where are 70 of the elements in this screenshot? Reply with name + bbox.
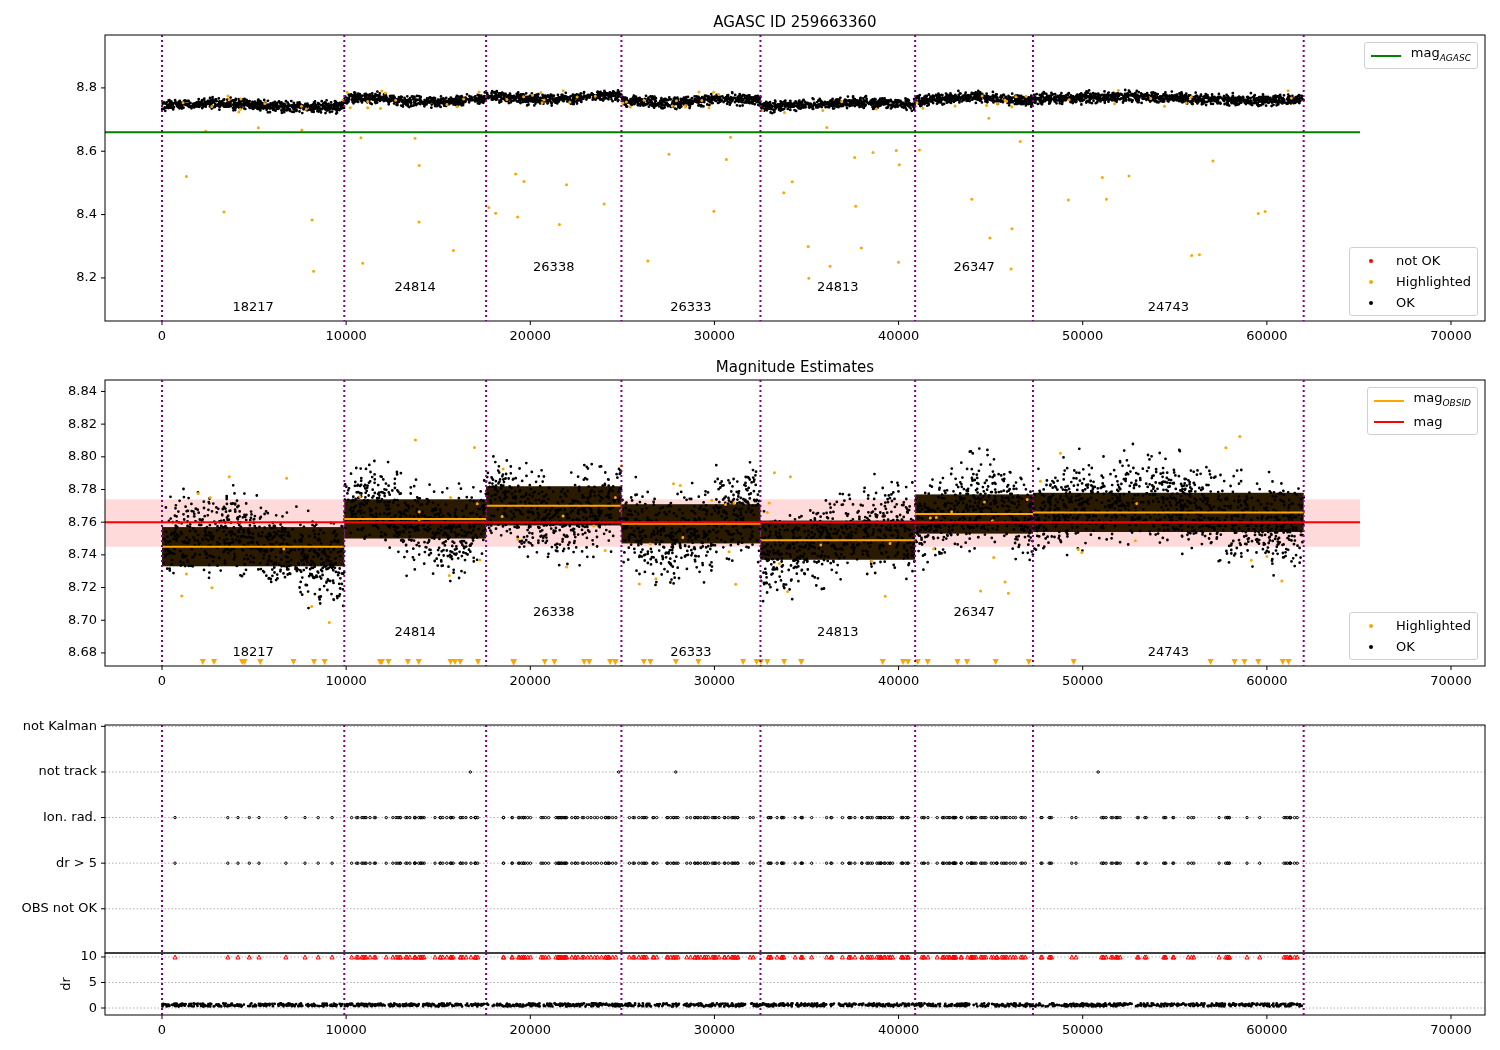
- tick-label: 5: [88, 974, 97, 989]
- tick-label: 20000: [509, 1022, 551, 1037]
- tick-label: 70000: [1430, 1022, 1472, 1037]
- tick-label: 8.76: [68, 513, 97, 529]
- tick-label: 10: [80, 948, 97, 964]
- obsid-label: 24814: [394, 623, 436, 639]
- tick-label: 8.70: [68, 611, 97, 627]
- obsid-label: 26338: [533, 258, 575, 274]
- obsid-label: 24743: [1147, 643, 1189, 659]
- tick-label: 70000: [1430, 673, 1472, 688]
- tick-label: 8.8: [76, 79, 97, 95]
- tick-label: 60000: [1246, 328, 1288, 343]
- tick-label: Ion. rad.: [43, 809, 97, 825]
- tick-label: 60000: [1246, 1022, 1288, 1037]
- tick-label: not track: [38, 763, 97, 779]
- tick-label: 30000: [693, 673, 736, 688]
- tick-label: not Kalman: [22, 717, 97, 733]
- tick-label: 8.72: [68, 579, 97, 595]
- tick-label: 10000: [325, 673, 367, 688]
- tick-label: 40000: [877, 673, 920, 688]
- legend-label: mag: [1413, 413, 1443, 430]
- tick-label: 10000: [325, 328, 367, 343]
- tick-label: 70000: [1430, 328, 1472, 343]
- obsid-label: 26333: [670, 298, 712, 314]
- legend-label: mag$_{AGASC}$: [1410, 45, 1471, 65]
- chart-title: AGASC ID 259663360: [713, 13, 877, 31]
- tick-label: 0: [157, 673, 167, 688]
- tick-label: 10000: [325, 1022, 367, 1037]
- tick-label: 8.84: [68, 382, 97, 398]
- tick-label: 8.82: [68, 415, 97, 431]
- obsid-label: 26338: [533, 603, 575, 619]
- obsid-label: 18217: [232, 643, 274, 659]
- tick-label: 20000: [509, 673, 551, 688]
- tick-label: 8.6: [76, 142, 97, 158]
- tick-label: 40000: [877, 1022, 920, 1037]
- obsid-label: 18217: [232, 298, 274, 314]
- tick-label: 0: [157, 1022, 167, 1037]
- tick-label: 30000: [693, 1022, 736, 1037]
- obsid-label: 24743: [1147, 298, 1189, 314]
- obsid-label: 26333: [670, 643, 712, 659]
- tick-label: 0: [157, 328, 167, 343]
- tick-label: 50000: [1062, 1022, 1104, 1037]
- tick-label: 8.74: [68, 546, 97, 562]
- legend-label: Highlighted: [1396, 273, 1471, 290]
- tick-label: OBS not OK: [21, 900, 97, 916]
- tick-label: 8.2: [76, 269, 97, 285]
- legend-label: Highlighted: [1396, 617, 1471, 634]
- legend-label: OK: [1396, 294, 1415, 311]
- tick-label: 40000: [877, 328, 920, 343]
- chart-title: Magnitude Estimates: [715, 358, 875, 376]
- tick-label: 50000: [1062, 328, 1104, 343]
- tick-label: 30000: [693, 328, 736, 343]
- obsid-label: 26347: [953, 603, 995, 619]
- obsid-label: 24813: [817, 278, 859, 294]
- tick-label: 8.68: [68, 644, 97, 660]
- tick-label: dr > 5: [55, 854, 97, 870]
- tick-label: 20000: [509, 328, 551, 343]
- tick-label: 60000: [1246, 673, 1288, 688]
- obsid-label: 26347: [953, 258, 995, 274]
- legend-label: not OK: [1396, 252, 1441, 269]
- tick-label: 8.80: [68, 448, 97, 464]
- obsid-label: 24814: [394, 278, 436, 294]
- tick-label: 8.78: [68, 481, 97, 496]
- legend-label: OK: [1396, 638, 1415, 655]
- legend-label: mag$_{OBSID}$: [1413, 390, 1471, 410]
- axis-label: dr: [58, 977, 73, 991]
- obsid-label: 24813: [817, 623, 859, 639]
- tick-label: 0: [88, 999, 97, 1015]
- tick-label: 8.4: [76, 206, 97, 222]
- tick-label: 50000: [1062, 673, 1104, 688]
